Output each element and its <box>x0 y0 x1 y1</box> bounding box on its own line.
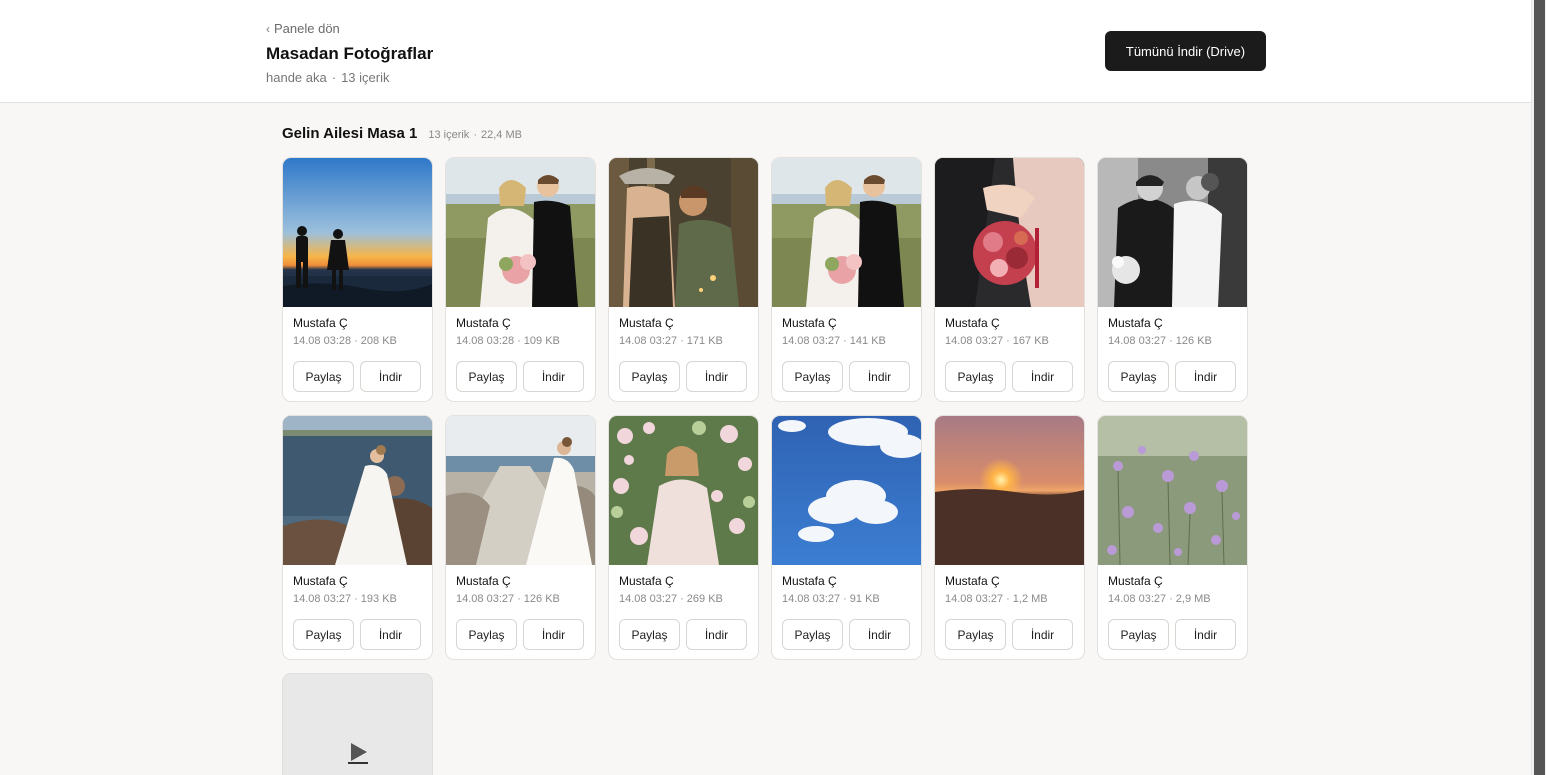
photo-card: Mustafa Ç 14.08 03:27 · 126 KB Paylaş İndir <box>1097 157 1248 402</box>
download-button[interactable]: İndir <box>1012 361 1073 392</box>
photo-author: Mustafa Ç <box>293 574 348 588</box>
photo-meta: 14.08 03:27 · 167 KB <box>945 335 1049 347</box>
photo-thumbnail[interactable] <box>283 158 432 307</box>
back-to-panel-link[interactable]: ‹ Panele dön <box>266 21 340 36</box>
photo-author: Mustafa Ç <box>1108 574 1163 588</box>
photo-author: Mustafa Ç <box>945 316 1000 330</box>
photo-card: Mustafa Ç 14.08 03:27 · 91 KB Paylaş İndir <box>771 415 922 660</box>
download-all-drive-button[interactable]: Tümünü İndir (Drive) <box>1105 31 1266 71</box>
share-button[interactable]: Paylaş <box>456 619 517 650</box>
group-meta: 13 içerik · 22,4 MB <box>428 129 522 141</box>
photo-thumbnail[interactable] <box>772 416 921 565</box>
download-button[interactable]: İndir <box>1012 619 1073 650</box>
owner-name: hande aka <box>266 70 327 85</box>
share-button[interactable]: Paylaş <box>1108 619 1169 650</box>
share-button[interactable]: Paylaş <box>945 619 1006 650</box>
photo-thumbnail[interactable] <box>609 158 758 307</box>
download-button[interactable]: İndir <box>1175 619 1236 650</box>
photo-card: Mustafa Ç 14.08 03:27 · 2,9 MB Paylaş İndir <box>1097 415 1248 660</box>
photo-meta: 14.08 03:27 · 1,2 MB <box>945 593 1048 605</box>
photo-author: Mustafa Ç <box>782 316 837 330</box>
share-button[interactable]: Paylaş <box>456 361 517 392</box>
photo-meta: 14.08 03:27 · 171 KB <box>619 335 723 347</box>
photo-author: Mustafa Ç <box>293 316 348 330</box>
photo-card: Mustafa Ç 14.08 03:28 · 109 KB Paylaş İndir <box>445 157 596 402</box>
photo-meta: 14.08 03:27 · 141 KB <box>782 335 886 347</box>
photo-thumbnail[interactable] <box>446 416 595 565</box>
photo-card: Mustafa Ç 14.08 03:27 · 193 KB Paylaş İndir <box>282 415 433 660</box>
photo-author: Mustafa Ç <box>945 574 1000 588</box>
photo-thumbnail[interactable] <box>935 158 1084 307</box>
scrollbar-thumb[interactable] <box>1534 0 1545 775</box>
photo-card: Mustafa Ç 14.08 03:27 · 141 KB Paylaş İndir <box>771 157 922 402</box>
share-button[interactable]: Paylaş <box>945 361 1006 392</box>
photo-thumbnail[interactable] <box>1098 158 1247 307</box>
photo-author: Mustafa Ç <box>1108 316 1163 330</box>
photo-meta: 14.08 03:27 · 91 KB <box>782 593 880 605</box>
photo-thumbnail[interactable] <box>609 416 758 565</box>
photo-author: Mustafa Ç <box>782 574 837 588</box>
download-button[interactable]: İndir <box>523 619 584 650</box>
group-size: 22,4 MB <box>480 129 522 141</box>
group-count: 13 içerik <box>428 129 470 141</box>
share-button[interactable]: Paylaş <box>619 361 680 392</box>
download-button[interactable]: İndir <box>849 619 910 650</box>
photo-meta: 14.08 03:27 · 193 KB <box>293 593 397 605</box>
play-icon <box>348 743 368 764</box>
photo-thumbnail[interactable] <box>1098 416 1247 565</box>
photo-thumbnail[interactable] <box>935 416 1084 565</box>
share-button[interactable]: Paylaş <box>782 361 843 392</box>
photo-thumbnail[interactable] <box>772 158 921 307</box>
download-button[interactable]: İndir <box>686 361 747 392</box>
photo-thumbnail[interactable] <box>283 416 432 565</box>
photo-author: Mustafa Ç <box>619 316 674 330</box>
group-title: Gelin Ailesi Masa 1 <box>282 125 418 142</box>
photo-grid: Mustafa Ç 14.08 03:28 · 208 KB Paylaş İndir… <box>282 157 1248 775</box>
page-title: Masadan Fotoğraflar <box>266 44 434 63</box>
photo-meta: 14.08 03:27 · 269 KB <box>619 593 723 605</box>
share-button[interactable]: Paylaş <box>293 361 354 392</box>
photo-meta: 14.08 03:27 · 126 KB <box>1108 335 1212 347</box>
photo-meta: 14.08 03:28 · 109 KB <box>456 335 560 347</box>
photo-meta: 14.08 03:27 · 2,9 MB <box>1108 593 1211 605</box>
photo-thumbnail[interactable] <box>446 158 595 307</box>
photo-card: Mustafa Ç 14.08 03:27 · 167 KB Paylaş İndir <box>934 157 1085 402</box>
photo-meta: 14.08 03:28 · 208 KB <box>293 335 397 347</box>
download-button[interactable]: İndir <box>360 361 421 392</box>
share-button[interactable]: Paylaş <box>782 619 843 650</box>
page-header: ‹ Panele dön Masadan Fotoğraflar hande a… <box>0 0 1531 103</box>
photo-card: Mustafa Ç 14.08 03:28 · 208 KB Paylaş İndir <box>282 157 433 402</box>
scrollbar[interactable] <box>1531 0 1546 775</box>
content-count: 13 içerik <box>341 70 390 85</box>
video-thumbnail[interactable] <box>282 673 433 775</box>
download-button[interactable]: İndir <box>523 361 584 392</box>
group-header: Gelin Ailesi Masa 1 13 içerik · 22,4 MB <box>282 125 522 142</box>
download-button[interactable]: İndir <box>360 619 421 650</box>
photo-author: Mustafa Ç <box>619 574 674 588</box>
download-button[interactable]: İndir <box>1175 361 1236 392</box>
photo-meta: 14.08 03:27 · 126 KB <box>456 593 560 605</box>
photo-author: Mustafa Ç <box>456 574 511 588</box>
photo-card: Mustafa Ç 14.08 03:27 · 126 KB Paylaş İndir <box>445 415 596 660</box>
page-subtitle: hande aka · 13 içerik <box>266 70 390 85</box>
share-button[interactable]: Paylaş <box>619 619 680 650</box>
photo-card: Mustafa Ç 14.08 03:27 · 171 KB Paylaş İndir <box>608 157 759 402</box>
share-button[interactable]: Paylaş <box>1108 361 1169 392</box>
share-button[interactable]: Paylaş <box>293 619 354 650</box>
download-button[interactable]: İndir <box>686 619 747 650</box>
photo-card: Mustafa Ç 14.08 03:27 · 1,2 MB Paylaş İndir <box>934 415 1085 660</box>
photo-author: Mustafa Ç <box>456 316 511 330</box>
download-button[interactable]: İndir <box>849 361 910 392</box>
back-link-label: Panele dön <box>274 21 340 36</box>
photo-card: Mustafa Ç 14.08 03:27 · 269 KB Paylaş İndir <box>608 415 759 660</box>
chevron-left-icon: ‹ <box>266 21 270 36</box>
